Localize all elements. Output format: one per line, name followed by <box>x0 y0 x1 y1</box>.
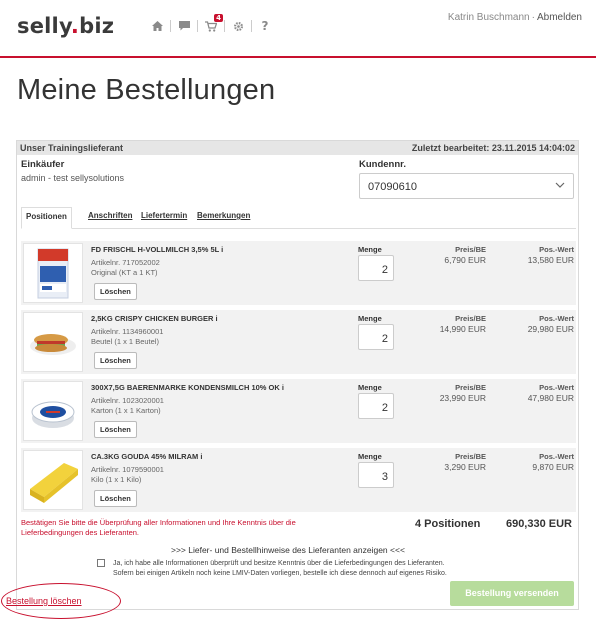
order-item-row: 2,5KG CRISPY CHICKEN BURGER i Artikelnr.… <box>21 310 576 374</box>
item-name: FD FRISCHL H-VOLLMILCH 3,5% 5L i <box>91 245 224 254</box>
quantity-label: Menge <box>358 245 382 254</box>
quantity-label: Menge <box>358 314 382 323</box>
position-value: 9,870 EUR <box>532 462 574 472</box>
order-tabs: Positionen Anschriften Liefertermin Beme… <box>21 207 576 229</box>
order-item-row: 300X7,5G BAERENMARKE KONDENSMILCH 10% OK… <box>21 379 576 443</box>
item-unit: Karton (1 x 1 Karton) <box>91 406 161 415</box>
order-item-row: CA.3KG GOUDA 45% MILRAM i Artikelnr. 107… <box>21 448 576 512</box>
nav-divider <box>170 20 171 32</box>
positions-count: 4 Positionen <box>415 518 481 530</box>
main-nav: 4 ? <box>150 14 272 33</box>
product-image-condensed-milk <box>23 381 83 441</box>
delete-item-button[interactable]: Löschen <box>94 352 137 369</box>
price-label: Preis/BE <box>455 314 486 323</box>
info-icon[interactable]: i <box>215 314 217 323</box>
cart-count-badge: 4 <box>214 14 223 22</box>
item-article: Artikelnr. 717052002 <box>91 258 160 267</box>
tab-bemerkungen[interactable]: Bemerkungen <box>197 211 250 220</box>
delete-item-button[interactable]: Löschen <box>94 421 137 438</box>
product-image-burger <box>23 312 83 372</box>
user-separator: · <box>531 12 535 23</box>
quantity-input[interactable]: 3 <box>358 462 394 488</box>
buyer-label: Einkäufer <box>21 159 65 170</box>
item-name: 300X7,5G BAERENMARKE KONDENSMILCH 10% OK… <box>91 383 284 392</box>
top-bar: selly.biz 4 ? Katrin Buschmann · Abmelden <box>0 0 596 58</box>
send-order-button[interactable]: Bestellung versenden <box>450 581 574 606</box>
terms-text: Ja, ich habe alle Informationen überprüf… <box>113 560 447 577</box>
gear-icon[interactable] <box>231 19 245 33</box>
nav-divider <box>251 20 252 32</box>
order-total: 690,330 EUR <box>505 518 572 530</box>
chevron-down-icon <box>555 178 565 195</box>
position-value-label: Pos.-Wert <box>539 383 574 392</box>
product-image-milk <box>23 243 83 303</box>
delete-item-button[interactable]: Löschen <box>94 283 137 300</box>
last-edited: Zuletzt bearbeitet: 23.11.2015 14:04:02 <box>411 143 575 153</box>
quantity-input[interactable]: 2 <box>358 255 394 281</box>
item-article: Artikelnr. 1079590001 <box>91 465 164 474</box>
customer-number-select[interactable]: 07090610 <box>359 173 574 199</box>
info-icon[interactable]: i <box>221 245 223 254</box>
price-label: Preis/BE <box>455 452 486 461</box>
order-panel-header: Unser Trainingslieferant Zuletzt bearbei… <box>17 141 578 155</box>
info-icon[interactable]: i <box>282 383 284 392</box>
quantity-label: Menge <box>358 452 382 461</box>
price-value: 6,790 EUR <box>444 255 486 265</box>
home-icon[interactable] <box>150 19 164 33</box>
product-image-gouda <box>23 450 83 510</box>
quantity-label: Menge <box>358 383 382 392</box>
price-value: 23,990 EUR <box>439 393 486 403</box>
position-value-label: Pos.-Wert <box>539 314 574 323</box>
customer-number-label: Kundennr. <box>359 159 406 170</box>
tab-positionen[interactable]: Positionen <box>21 207 72 229</box>
item-unit: Kilo (1 x 1 Kilo) <box>91 475 142 484</box>
order-panel: Unser Trainingslieferant Zuletzt bearbei… <box>16 140 579 610</box>
supplier-name: Unser Trainingslieferant <box>20 143 124 153</box>
item-name: 2,5KG CRISPY CHICKEN BURGER i <box>91 314 218 323</box>
item-article: Artikelnr. 1134960001 <box>91 327 164 336</box>
logo[interactable]: selly.biz <box>17 14 114 38</box>
quantity-input[interactable]: 2 <box>358 324 394 350</box>
help-icon[interactable]: ? <box>258 19 272 33</box>
delete-item-button[interactable]: Löschen <box>94 490 137 507</box>
item-article: Artikelnr. 1023020001 <box>91 396 164 405</box>
position-value-label: Pos.-Wert <box>539 245 574 254</box>
info-icon[interactable]: i <box>200 452 202 461</box>
quantity-input[interactable]: 2 <box>358 393 394 419</box>
item-name: CA.3KG GOUDA 45% MILRAM i <box>91 452 203 461</box>
buyer-block: Einkäufer admin - test sellysolutions <box>21 159 124 183</box>
price-label: Preis/BE <box>455 383 486 392</box>
delete-order-link[interactable]: Bestellung löschen <box>6 596 82 606</box>
item-unit: Original (KT a 1 KT) <box>91 268 158 277</box>
position-value-label: Pos.-Wert <box>539 452 574 461</box>
tab-anschriften[interactable]: Anschriften <box>88 211 132 220</box>
item-unit: Beutel (1 x 1 Beutel) <box>91 337 159 346</box>
logout-link[interactable]: Abmelden <box>537 12 582 23</box>
nav-divider <box>197 20 198 32</box>
price-value: 14,990 EUR <box>439 324 486 334</box>
cart-icon[interactable]: 4 <box>204 14 223 33</box>
price-value: 3,290 EUR <box>444 462 486 472</box>
order-item-row: FD FRISCHL H-VOLLMILCH 3,5% 5L i Artikel… <box>21 241 576 305</box>
terms-checkbox[interactable] <box>97 559 105 567</box>
page-title: Meine Bestellungen <box>17 74 276 106</box>
position-value: 13,580 EUR <box>527 255 574 265</box>
position-value: 47,980 EUR <box>527 393 574 403</box>
position-value: 29,980 EUR <box>527 324 574 334</box>
user-name: Katrin Buschmann <box>447 12 530 23</box>
chat-icon[interactable] <box>177 19 191 33</box>
buyer-value: admin - test sellysolutions <box>21 173 125 183</box>
customer-number-value: 07090610 <box>368 181 417 193</box>
tab-liefertermin[interactable]: Liefertermin <box>141 211 187 220</box>
user-area: Katrin Buschmann · Abmelden <box>448 12 582 23</box>
confirm-notice: Bestätigen Sie bitte die Überprüfung all… <box>21 518 296 537</box>
price-label: Preis/BE <box>455 245 486 254</box>
nav-divider <box>224 20 225 32</box>
supplier-notes-link[interactable]: >>> Liefer- und Bestellhinweise des Lief… <box>171 545 405 555</box>
